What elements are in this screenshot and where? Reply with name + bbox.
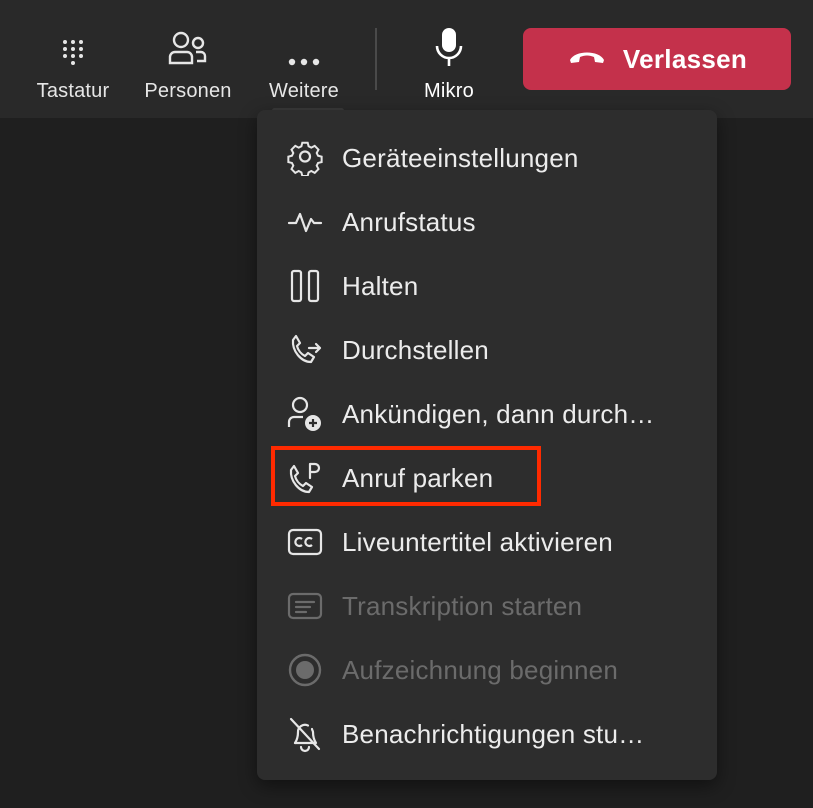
gear-icon <box>285 138 325 178</box>
menu-item-label: Geräteeinstellungen <box>342 142 579 173</box>
pause-icon <box>285 266 325 306</box>
menu-item-device-settings[interactable]: Geräteeinstellungen <box>257 126 717 190</box>
menu-item-consult-then-transfer[interactable]: Ankündigen, dann durch… <box>257 382 717 446</box>
menu-item-mute-notifications[interactable]: Benachrichtigungen stu… <box>257 702 717 766</box>
keypad-button[interactable]: Tastatur <box>30 0 116 110</box>
highlight-box <box>271 446 541 506</box>
menu-item-transfer[interactable]: Durchstellen <box>257 318 717 382</box>
mic-label: Mikro <box>424 80 474 102</box>
menu-item-label: Durchstellen <box>342 334 489 365</box>
menu-item-label: Anrufstatus <box>342 206 476 237</box>
menu-item-label: Aufzeichnung beginnen <box>342 654 618 685</box>
people-label: Personen <box>144 80 232 102</box>
more-label: Weitere <box>269 80 339 102</box>
dialpad-icon <box>61 18 85 68</box>
more-icon <box>286 18 322 68</box>
menu-item-call-health[interactable]: Anrufstatus <box>257 190 717 254</box>
menu-item-label: Benachrichtigungen stu… <box>342 718 645 749</box>
leave-label: Verlassen <box>622 43 748 74</box>
call-toolbar: Tastatur Personen Weitere Mikro Verlasse… <box>0 0 813 118</box>
menu-item-label: Ankündigen, dann durch… <box>342 398 655 429</box>
pulse-icon <box>285 202 325 242</box>
bell-off-icon <box>285 714 325 754</box>
more-button[interactable]: Weitere <box>262 0 346 110</box>
more-options-menu: Geräteeinstellungen Anrufstatus Halten D… <box>257 110 717 780</box>
menu-item-start-transcription[interactable]: Transkription starten <box>257 574 717 638</box>
transcript-icon <box>285 586 325 626</box>
record-icon <box>285 650 325 690</box>
person-add-icon <box>285 394 325 434</box>
menu-item-label: Transkription starten <box>342 590 583 621</box>
call-transfer-icon <box>285 330 325 370</box>
keypad-label: Tastatur <box>36 80 110 102</box>
menu-item-live-captions[interactable]: Liveuntertitel aktivieren <box>257 510 717 574</box>
mic-button[interactable]: Mikro <box>418 0 480 110</box>
menu-item-hold[interactable]: Halten <box>257 254 717 318</box>
people-icon <box>167 18 209 68</box>
menu-item-label: Halten <box>342 270 419 301</box>
closed-captions-icon <box>285 522 325 562</box>
leave-button[interactable]: Verlassen <box>523 28 791 90</box>
people-button[interactable]: Personen <box>138 0 238 110</box>
hang-up-icon <box>567 48 607 71</box>
toolbar-divider <box>375 28 377 90</box>
menu-item-start-recording[interactable]: Aufzeichnung beginnen <box>257 638 717 702</box>
menu-item-label: Liveuntertitel aktivieren <box>342 526 613 557</box>
microphone-icon <box>434 18 464 68</box>
